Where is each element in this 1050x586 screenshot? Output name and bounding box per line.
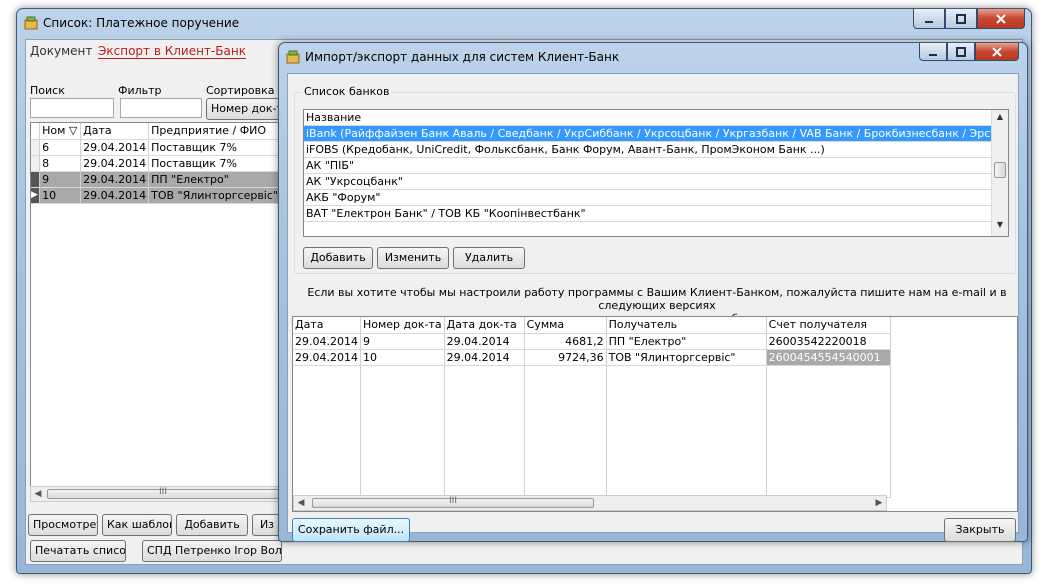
table-row[interactable]: 8 29.04.2014 Поставщик 7% — [31, 155, 281, 172]
column-header-recipient[interactable]: Получатель — [606, 317, 767, 334]
close-button[interactable] — [977, 9, 1025, 29]
scroll-up-icon[interactable]: ▲ — [992, 112, 1008, 126]
dialog-maximize-button[interactable] — [947, 43, 975, 61]
bank-list-group-title: Список банков — [301, 85, 393, 98]
dialog-title: Импорт/экспорт данных для систем Клиент-… — [305, 50, 620, 64]
column-header-number[interactable]: Ном ▽ — [39, 123, 82, 140]
export-grid-horizontal-scrollbar[interactable]: ◀ III ▶ — [293, 495, 887, 511]
column-header-date[interactable]: Дата — [80, 123, 150, 140]
company-selector[interactable]: СПД Петренко Ігор Воло — [142, 540, 282, 562]
list-item[interactable]: iBank (Райффайзен Банк Аваль / Сведбанк … — [304, 126, 991, 142]
app-icon — [286, 50, 300, 64]
column-header-doc-date[interactable]: Дата док-та — [444, 317, 525, 334]
grid-horizontal-scrollbar[interactable]: ◀ III — [30, 486, 282, 502]
list-item[interactable]: АКБ "Форум" — [304, 190, 991, 206]
list-item[interactable]: ВАТ "Електрон Банк" / ТОВ КБ "Коопінвест… — [304, 206, 991, 222]
table-row[interactable]: 6 29.04.2014 Поставщик 7% — [31, 139, 281, 156]
scroll-left-icon[interactable]: ◀ — [31, 487, 45, 501]
menu-export-client-bank[interactable]: Экспорт в Клиент-Банк — [98, 44, 246, 59]
bank-list[interactable]: Название iBank (Райффайзен Банк Аваль / … — [303, 109, 1009, 237]
scroll-left-icon[interactable]: ◀ — [294, 496, 308, 510]
column-header-doc-number[interactable]: Номер док-та — [360, 317, 445, 334]
import-export-dialog: Импорт/экспорт данных для систем Клиент-… — [278, 42, 1028, 542]
export-documents-grid[interactable]: Дата Номер док-та Дата док-та Сумма Полу… — [292, 316, 1018, 512]
dialog-client: Список банков Название iBank (Райффайзен… — [287, 73, 1019, 542]
save-file-button[interactable]: Сохранить файл... — [292, 518, 410, 542]
scroll-down-icon[interactable]: ▼ — [992, 220, 1008, 234]
minimize-icon — [925, 20, 933, 23]
table-row[interactable]: ▶ 10 29.04.2014 ТОВ "Ялинторгсервіс" — [31, 187, 281, 204]
scroll-thumb[interactable] — [994, 162, 1006, 178]
column-header-company[interactable]: Предприятие / ФИО — [148, 123, 281, 140]
scroll-right-icon[interactable]: ▶ — [872, 496, 886, 510]
menu-document[interactable]: Документ — [30, 44, 92, 58]
scroll-thumb[interactable]: III — [312, 496, 594, 508]
maximize-icon — [956, 46, 966, 57]
delete-bank-button[interactable]: Удалить — [453, 247, 525, 269]
app-icon — [24, 16, 38, 30]
dialog-title-bar[interactable]: Импорт/экспорт данных для систем Клиент-… — [279, 43, 1027, 71]
edit-bank-button[interactable]: Изменить — [377, 247, 449, 269]
close-icon — [992, 46, 1002, 57]
bank-list-header: Название — [304, 110, 991, 126]
print-list-button[interactable]: Печатать список — [30, 540, 126, 562]
list-item[interactable]: АК "ПІБ" — [304, 158, 991, 174]
dialog-minimize-button[interactable] — [919, 43, 947, 61]
view-button[interactable]: Просмотреть — [28, 514, 98, 536]
maximize-button[interactable] — [945, 9, 977, 29]
scroll-thumb[interactable]: III — [47, 487, 279, 499]
window-title: Список: Платежное поручение — [43, 16, 240, 30]
bank-list-group: Список банков Название iBank (Райффайзен… — [294, 85, 1016, 274]
table-row[interactable]: 9 29.04.2014 ПП "Електро" — [31, 171, 281, 188]
add-button[interactable]: Добавить — [176, 514, 248, 536]
current-row-arrow-icon: ▶ — [31, 187, 41, 204]
minimize-button[interactable] — [913, 9, 945, 29]
column-header-amount[interactable]: Сумма — [524, 317, 607, 334]
filter-label: Фильтр — [118, 84, 162, 97]
column-header-recipient-account[interactable]: Счет получателя — [766, 317, 891, 334]
add-bank-button[interactable]: Добавить — [303, 247, 373, 269]
search-input[interactable] — [30, 98, 114, 118]
documents-grid[interactable]: Ном ▽ Дата Предприятие / ФИО 6 29.04.201… — [30, 122, 282, 494]
bank-list-vertical-scrollbar[interactable]: ▲ ▼ — [991, 110, 1008, 236]
row-marker-icon — [31, 171, 41, 188]
title-bar[interactable]: Список: Платежное поручение — [17, 9, 1031, 37]
close-icon — [996, 13, 1006, 24]
table-row[interactable]: 29.04.2014 10 29.04.2014 9724,36 ТОВ "Ял… — [293, 349, 891, 366]
column-header-date[interactable]: Дата — [293, 317, 361, 334]
sort-button[interactable]: Номер док-т — [206, 98, 286, 120]
list-item[interactable]: iFOBS (Кредобанк, UniCredit, Фолькcбанк,… — [304, 142, 991, 158]
sort-label: Сортировка (г — [206, 84, 289, 97]
dialog-close-button[interactable] — [975, 43, 1019, 61]
as-template-button[interactable]: Как шаблон — [102, 514, 172, 536]
maximize-icon — [956, 13, 966, 24]
search-label: Поиск — [30, 84, 65, 97]
list-item[interactable]: АК "Укрсоцбанк" — [304, 174, 991, 190]
close-dialog-button[interactable]: Закрыть — [944, 518, 1016, 542]
table-row[interactable]: 29.04.2014 9 29.04.2014 4681,2 ПП "Елект… — [293, 333, 891, 350]
minimize-icon — [929, 53, 937, 56]
filter-input[interactable] — [120, 98, 202, 118]
